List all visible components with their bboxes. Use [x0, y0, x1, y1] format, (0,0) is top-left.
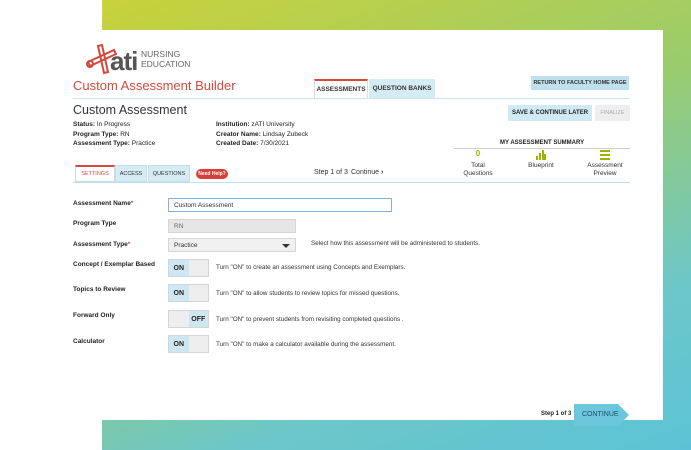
total-questions-count: 0: [475, 149, 481, 158]
toggle-label-calculator: Calculator: [73, 338, 105, 345]
toggle-label-forward: Forward Only: [73, 312, 115, 319]
forward-only-hint: Turn "ON" to prevent students from revis…: [216, 316, 404, 323]
program-type-field: RN: [168, 219, 296, 233]
concept-exemplar-hint: Turn "ON" to create an assessment using …: [216, 264, 406, 271]
subtab-divider: [73, 182, 630, 183]
need-help-button[interactable]: Need Help?: [196, 169, 228, 179]
calculator-hint: Turn "ON" to make a calculator available…: [216, 341, 396, 348]
tab-assessments[interactable]: ASSESSMENTS: [314, 79, 368, 98]
footer-step-indicator: Step 1 of 3: [541, 411, 572, 417]
summary-divider: [454, 148, 630, 149]
continue-button[interactable]: CONTINUE: [574, 403, 630, 427]
toggle-label-concept: Concept / Exemplar Based: [73, 261, 155, 268]
summary-title: MY ASSESSMENT SUMMARY: [500, 140, 585, 146]
ati-logo-subtitle: NURSING EDUCATION: [141, 49, 191, 69]
assessment-meta-right: Institution: zATI University Creator Nam…: [216, 121, 309, 147]
return-home-button[interactable]: RETURN TO FACULTY HOME PAGE: [531, 76, 629, 90]
concept-exemplar-toggle[interactable]: ON: [168, 259, 209, 277]
forward-only-toggle[interactable]: OFF: [168, 310, 209, 328]
chevron-right-icon: ›: [380, 169, 384, 176]
summary-total-questions[interactable]: 0 Total Questions: [457, 150, 499, 178]
subtab-questions[interactable]: QUESTIONS: [148, 165, 190, 182]
summary-assessment-preview[interactable]: Assessment Preview: [584, 150, 626, 178]
save-continue-later-button[interactable]: SAVE & CONTINUE LATER: [508, 105, 592, 121]
summary-blueprint[interactable]: Blueprint: [520, 150, 562, 170]
blueprint-icon: [536, 150, 546, 160]
page-title: Custom Assessment Builder: [73, 78, 236, 93]
calculator-toggle[interactable]: ON: [168, 335, 209, 353]
ati-logo-text: ati: [110, 46, 138, 76]
subtab-access[interactable]: ACCESS: [115, 165, 147, 182]
assessment-meta-left: Status: In Progress Program Type: RN Ass…: [73, 121, 156, 147]
tab-question-banks[interactable]: QUESTION BANKS: [369, 79, 435, 98]
preview-icon: [600, 150, 610, 160]
assessment-name-input[interactable]: Custom Assessment: [168, 198, 392, 212]
finalize-button[interactable]: FINALIZE: [595, 105, 630, 121]
continue-link[interactable]: Continue ›: [351, 169, 383, 176]
assessment-type-select[interactable]: Practice: [168, 238, 296, 252]
dropdown-arrow-icon: [282, 244, 290, 248]
assessment-type-label: Assessment Type*: [73, 241, 131, 248]
app-card: ati NURSING EDUCATION Custom Assessment B…: [0, 30, 663, 426]
topics-review-hint: Turn "ON" to allow students to review to…: [216, 290, 400, 297]
assessment-name-label: Assessment Name*: [73, 200, 134, 207]
subtab-settings[interactable]: SETTINGS: [75, 165, 115, 182]
assessment-heading: Custom Assessment: [73, 103, 187, 117]
step-indicator: Step 1 of 3: [314, 169, 348, 176]
topics-review-toggle[interactable]: ON: [168, 284, 209, 302]
program-type-label: Program Type: [73, 220, 117, 227]
assessment-type-hint: Select how this assessment will be admin…: [311, 240, 481, 247]
toggle-label-topics: Topics to Review: [73, 286, 126, 293]
header-divider: [73, 98, 630, 99]
